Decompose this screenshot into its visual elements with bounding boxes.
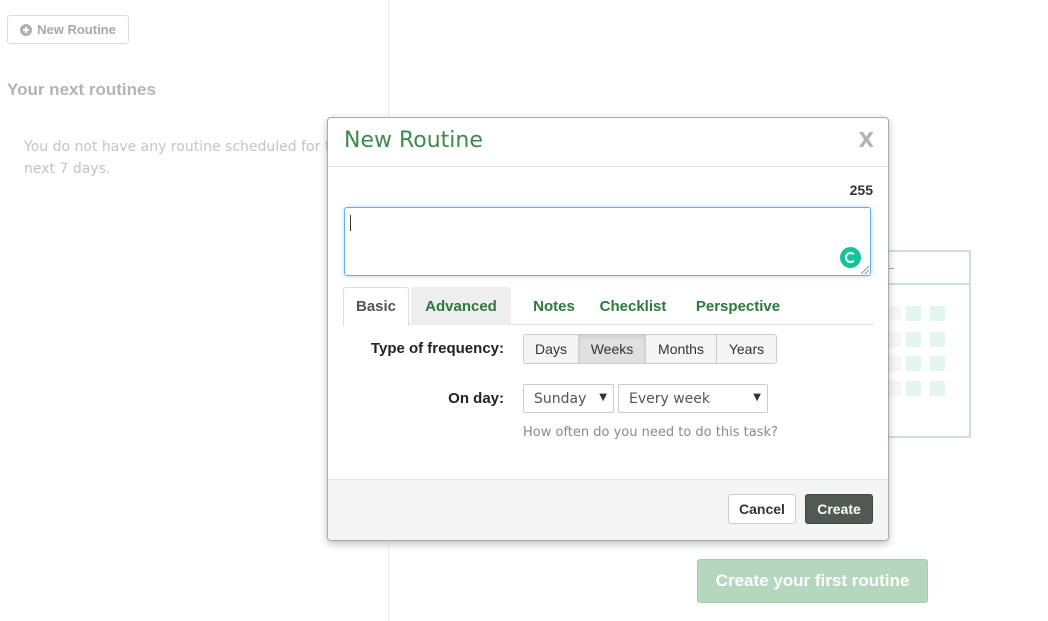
on-day-label: On day: [448, 390, 504, 407]
day-select[interactable]: Sunday ▼ [523, 384, 614, 413]
caret-down-icon: ▼ [599, 392, 607, 403]
text-caret [350, 215, 351, 231]
calendar-header-line [884, 283, 969, 285]
cancel-button[interactable]: Cancel [728, 494, 796, 524]
modal-header: New Routine X [328, 118, 888, 167]
day-select-value: Sunday [534, 390, 587, 407]
plus-circle-icon [20, 23, 33, 36]
frequency-months-button[interactable]: Months [646, 335, 717, 363]
tab-basic[interactable]: Basic [343, 287, 409, 326]
new-routine-button[interactable]: New Routine [7, 15, 129, 44]
close-icon[interactable]: X [859, 128, 874, 152]
routine-tabs: Basic Advanced Notes Checklist Perspecti… [343, 287, 874, 326]
interval-select[interactable]: Every week ▼ [618, 384, 768, 413]
caret-down-icon: ▼ [753, 392, 761, 403]
frequency-selector: Days Weeks Months Years [523, 334, 777, 364]
interval-select-value: Every week [629, 390, 711, 407]
frequency-hint: How often do you need to do this task? [523, 425, 778, 440]
calendar-cell [930, 332, 945, 347]
calendar-cell [906, 381, 921, 396]
create-button[interactable]: Create [805, 494, 873, 524]
tab-checklist[interactable]: Checklist [591, 287, 675, 325]
calendar-cell [930, 381, 945, 396]
tab-perspective[interactable]: Perspective [683, 287, 793, 325]
resize-handle-icon[interactable] [861, 266, 869, 274]
frequency-label: Type of frequency: [370, 340, 504, 357]
new-routine-label: New Routine [37, 22, 116, 37]
calendar-cell [906, 332, 921, 347]
routine-name-input[interactable] [344, 207, 871, 276]
empty-routines-message: You do not have any routine scheduled fo… [24, 139, 348, 177]
calendar-illustration [884, 250, 971, 438]
modal-footer: Cancel Create [328, 479, 888, 540]
tab-advanced[interactable]: Advanced [411, 287, 511, 325]
next-routines-heading: Your next routines [7, 80, 156, 99]
calendar-cell [906, 306, 921, 321]
tab-notes[interactable]: Notes [519, 287, 589, 325]
modal-title: New Routine [344, 128, 483, 153]
calendar-cell [930, 306, 945, 321]
new-routine-modal: New Routine X 255 Basic Advanced Notes C… [327, 117, 889, 541]
create-first-routine-button[interactable]: Create your first routine [697, 559, 928, 603]
grammarly-icon[interactable] [840, 247, 861, 268]
calendar-cell [906, 356, 921, 371]
char-count: 255 [849, 182, 873, 198]
frequency-days-button[interactable]: Days [524, 335, 579, 363]
calendar-cell [930, 356, 945, 371]
frequency-years-button[interactable]: Years [717, 335, 776, 363]
frequency-weeks-button[interactable]: Weeks [579, 335, 646, 363]
